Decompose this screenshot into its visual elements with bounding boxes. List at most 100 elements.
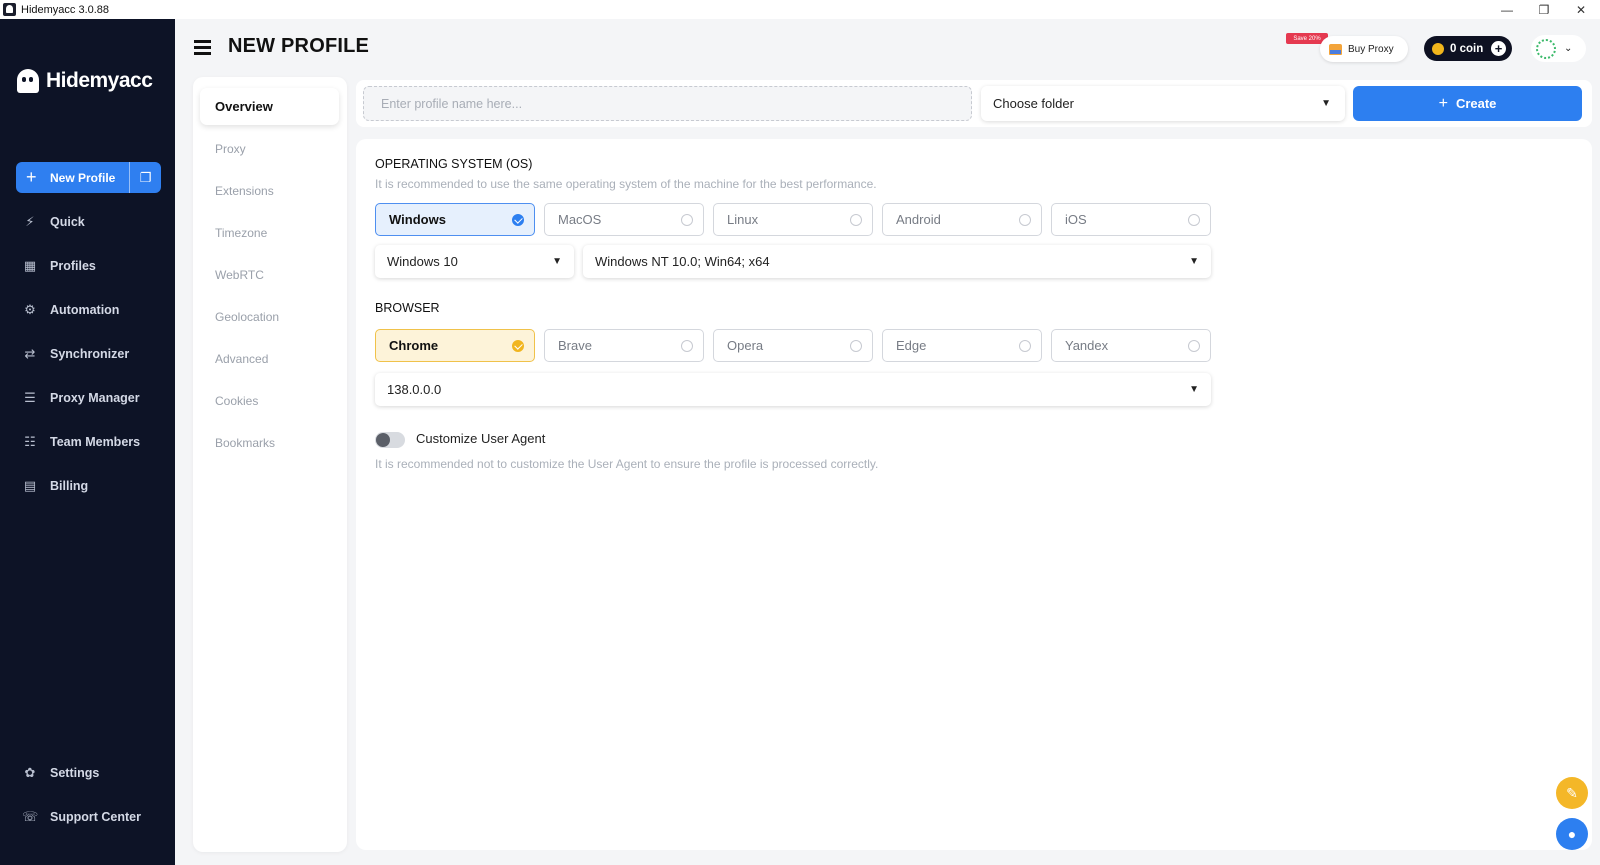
chevron-down-icon: ▼ — [1189, 256, 1199, 267]
os-option-windows[interactable]: Windows — [375, 203, 535, 236]
radio-icon — [1019, 340, 1031, 352]
os-option-label: Windows — [389, 212, 446, 227]
add-coin-icon[interactable]: + — [1491, 41, 1506, 56]
chevron-down-icon: ▼ — [552, 256, 562, 267]
plus-icon: + — [26, 167, 37, 187]
shop-icon — [1329, 43, 1342, 55]
os-option-label: Android — [896, 212, 941, 227]
radio-icon — [850, 340, 862, 352]
customize-user-agent-toggle[interactable] — [375, 432, 405, 448]
sidebar-item-label: Billing — [50, 479, 89, 493]
title-bar: Hidemyacc 3.0.88 — ❐ ✕ — [0, 0, 1600, 19]
sidebar: Hidemyacc + New Profile ❐ ⚡ Quick ▦ Prof… — [0, 19, 175, 865]
browser-option-brave[interactable]: Brave — [544, 329, 704, 362]
radio-checked-icon — [512, 214, 524, 226]
tab-proxy[interactable]: Proxy — [200, 130, 339, 167]
sidebar-item-label: Settings — [50, 766, 100, 780]
tab-advanced[interactable]: Advanced — [200, 340, 339, 377]
new-profile-button[interactable]: + New Profile ❐ — [16, 162, 161, 193]
sidebar-item-billing[interactable]: ▤ Billing — [0, 472, 175, 500]
browser-option-yandex[interactable]: Yandex — [1051, 329, 1211, 362]
tab-extensions[interactable]: Extensions — [200, 172, 339, 209]
account-menu[interactable]: ⌄ — [1531, 35, 1586, 62]
team-icon: ☷ — [24, 434, 36, 449]
tab-geolocation[interactable]: Geolocation — [200, 298, 339, 335]
radio-icon — [850, 214, 862, 226]
minimize-button[interactable]: — — [1489, 0, 1525, 19]
buy-proxy-button[interactable]: Buy Proxy — [1320, 36, 1408, 62]
browser-option-label: Yandex — [1065, 338, 1109, 353]
platform-value: Windows NT 10.0; Win64; x64 — [595, 254, 770, 269]
customize-user-agent-label: Customize User Agent — [416, 431, 546, 446]
os-option-label: iOS — [1065, 212, 1087, 227]
radio-checked-icon — [512, 340, 524, 352]
notes-button[interactable]: ✎ — [1556, 777, 1588, 809]
menu-icon[interactable] — [194, 40, 211, 55]
radio-icon — [681, 340, 693, 352]
sidebar-item-support-center[interactable]: ☏ Support Center — [0, 803, 175, 831]
browser-version-select[interactable]: 138.0.0.0 ▼ — [375, 373, 1211, 406]
avatar — [1536, 38, 1556, 59]
tab-bookmarks[interactable]: Bookmarks — [200, 424, 339, 461]
copy-icon: ❐ — [139, 169, 152, 185]
os-option-ios[interactable]: iOS — [1051, 203, 1211, 236]
page-title: NEW PROFILE — [228, 35, 370, 57]
os-option-linux[interactable]: Linux — [713, 203, 873, 236]
tab-timezone[interactable]: Timezone — [200, 214, 339, 251]
sidebar-item-team-members[interactable]: ☷ Team Members — [0, 428, 175, 456]
browser-option-chrome[interactable]: Chrome — [375, 329, 535, 362]
folder-select[interactable]: Choose folder ▼ — [981, 86, 1345, 121]
os-option-macos[interactable]: MacOS — [544, 203, 704, 236]
coin-balance[interactable]: 0 coin + — [1424, 36, 1512, 61]
browser-version-value: 138.0.0.0 — [387, 382, 442, 397]
robot-icon: ⚙ — [24, 302, 36, 317]
sidebar-item-profiles[interactable]: ▦ Profiles — [0, 252, 175, 280]
coin-icon — [1432, 42, 1444, 55]
os-version-select[interactable]: Windows 10 ▼ — [375, 245, 574, 278]
restore-button[interactable]: ❐ — [1526, 0, 1562, 19]
sidebar-item-automation[interactable]: ⚙ Automation — [0, 296, 175, 324]
close-button[interactable]: ✕ — [1563, 0, 1599, 19]
browser-option-edge[interactable]: Edge — [882, 329, 1042, 362]
sidebar-item-label: Support Center — [50, 810, 141, 824]
os-option-label: Linux — [727, 212, 759, 227]
browser-section-title: BROWSER — [375, 301, 440, 315]
browser-option-label: Opera — [727, 338, 764, 353]
os-option-android[interactable]: Android — [882, 203, 1042, 236]
os-version-value: Windows 10 — [387, 254, 458, 269]
batch-create-button[interactable]: ❐ — [129, 162, 161, 193]
ghost-logo-icon — [17, 69, 39, 93]
tab-cookies[interactable]: Cookies — [200, 382, 339, 419]
profile-name-input[interactable] — [363, 86, 972, 121]
browser-option-opera[interactable]: Opera — [713, 329, 873, 362]
sidebar-item-synchronizer[interactable]: ⇄ Synchronizer — [0, 340, 175, 368]
support-icon: ☏ — [22, 809, 39, 824]
sidebar-item-label: Synchronizer — [50, 347, 130, 361]
folder-select-label: Choose folder — [993, 96, 1074, 111]
radio-icon — [681, 214, 693, 226]
sync-icon: ⇄ — [24, 346, 36, 361]
sidebar-item-label: Proxy Manager — [50, 391, 140, 405]
os-option-label: MacOS — [558, 212, 602, 227]
app-icon — [3, 3, 16, 16]
sidebar-item-quick[interactable]: ⚡ Quick — [0, 208, 175, 236]
platform-select[interactable]: Windows NT 10.0; Win64; x64 ▼ — [583, 245, 1211, 278]
toggle-knob — [376, 433, 390, 447]
chat-icon: ● — [1567, 826, 1577, 842]
chevron-down-icon: ▼ — [1189, 384, 1199, 395]
chat-button[interactable]: ● — [1556, 818, 1588, 850]
sidebar-item-settings[interactable]: ✿ Settings — [0, 759, 175, 787]
bolt-icon: ⚡ — [25, 214, 35, 229]
profile-settings-nav: Overview Proxy Extensions Timezone WebRT… — [193, 77, 347, 852]
sidebar-item-label: Automation — [50, 303, 120, 317]
server-icon: ☰ — [24, 390, 36, 405]
create-button[interactable]: + Create — [1353, 86, 1582, 121]
note-icon: ✎ — [1566, 784, 1578, 801]
tab-webrtc[interactable]: WebRTC — [200, 256, 339, 293]
sidebar-item-proxy-manager[interactable]: ☰ Proxy Manager — [0, 384, 175, 412]
tab-overview[interactable]: Overview — [200, 88, 339, 125]
coin-amount: 0 coin — [1450, 42, 1484, 55]
grid-icon: ▦ — [23, 258, 37, 273]
user-agent-note: It is recommended not to customize the U… — [375, 457, 879, 471]
browser-option-label: Chrome — [389, 338, 439, 353]
